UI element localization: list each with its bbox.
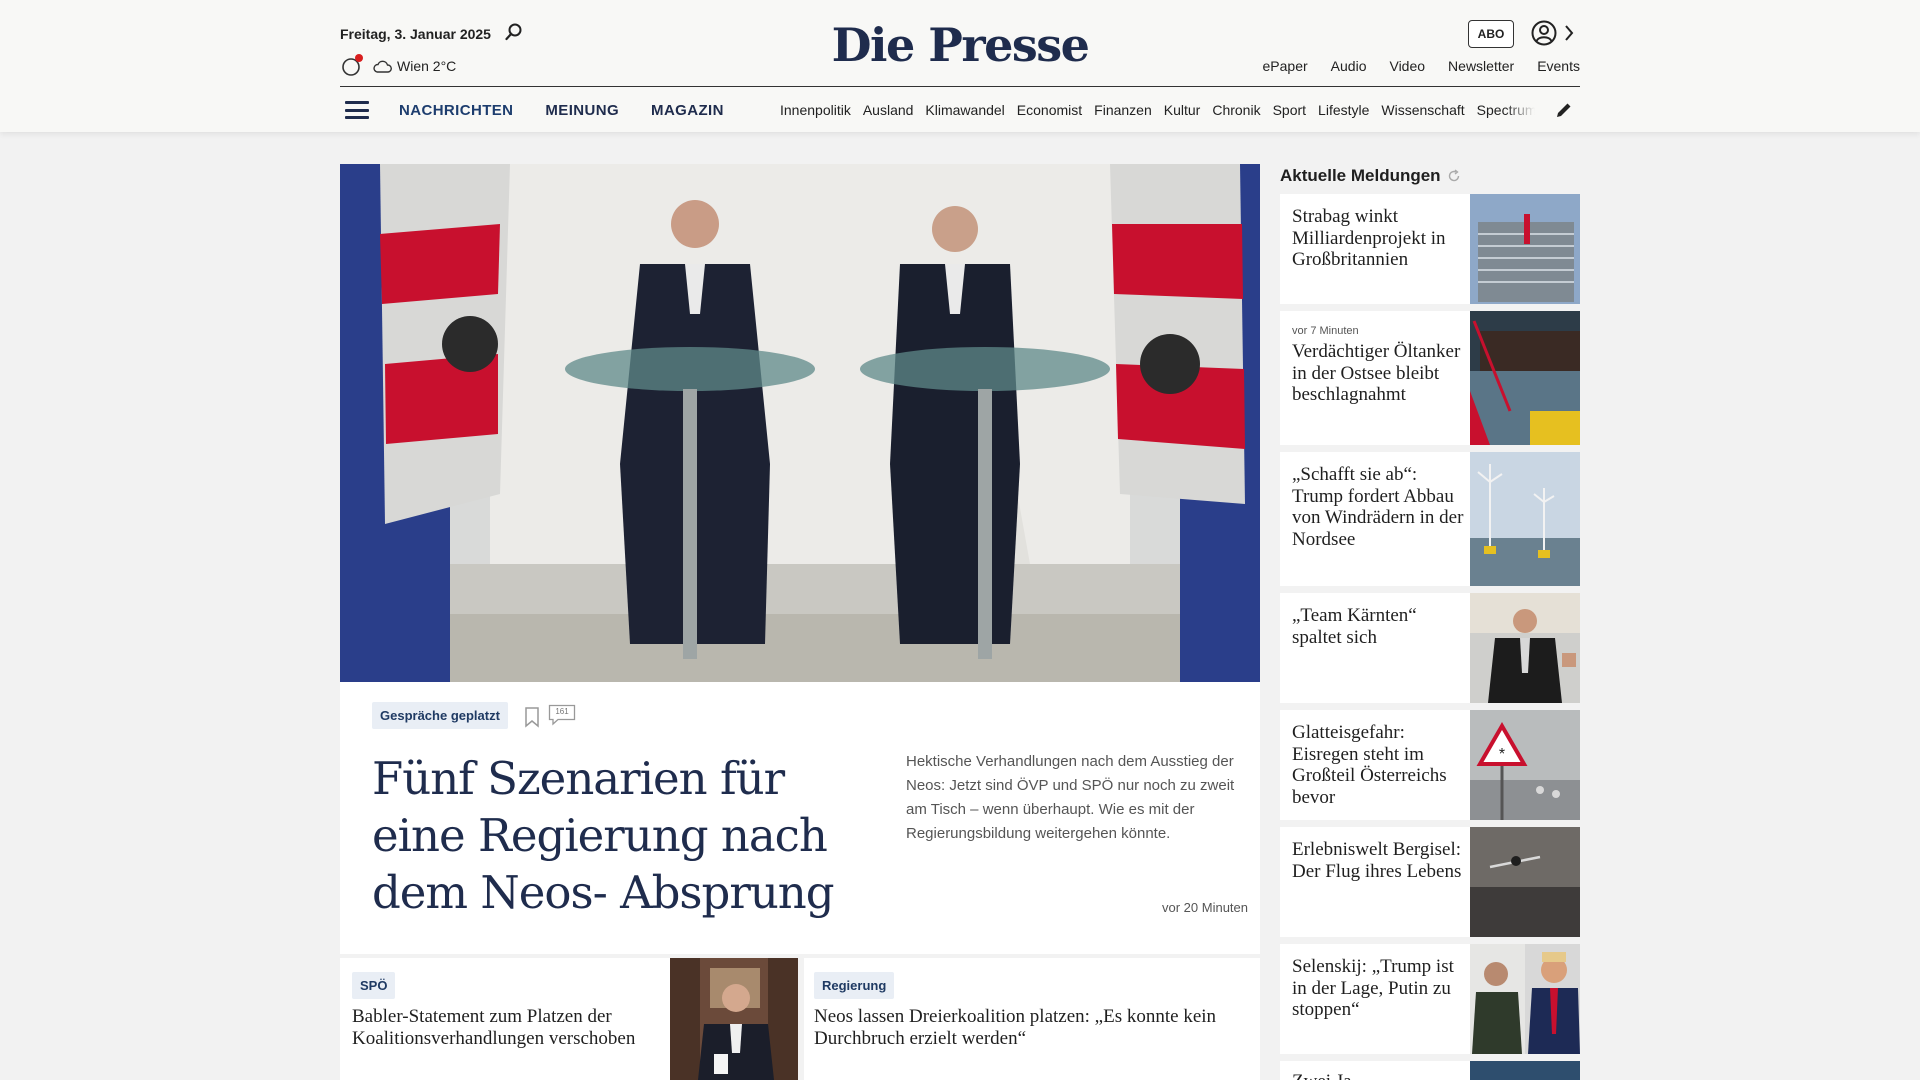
bookmark-icon[interactable] [524,706,540,728]
sub-article-2[interactable]: Regierung Neos lassen Dreierkoalition pl… [804,958,1260,1080]
news-item-title[interactable]: Selenskij: „Trump ist in der Lage, Putin… [1292,956,1464,1021]
site-logo[interactable]: Die Presse [832,18,1090,72]
logo-wrap: Die Presse [0,18,1920,72]
nav-magazin[interactable]: MAGAZIN [651,102,724,119]
news-item[interactable]: Erlebniswelt Bergisel: Der Flug ihres Le… [1280,827,1580,937]
main-nav: NACHRICHTEN MEINUNG MAGAZIN Innenpolitik… [340,88,1580,132]
news-item-title[interactable]: Glatteisgefahr: Eisregen steht im Großte… [1292,722,1464,808]
link-audio[interactable]: Audio [1331,58,1367,74]
news-item-image[interactable] [1470,827,1580,937]
refresh-icon[interactable] [1447,169,1461,183]
news-item-title[interactable]: „Schafft sie ab“: Trump fordert Abbau vo… [1292,464,1464,550]
news-item-title[interactable]: Verdächtiger Öltanker in der Ostsee blei… [1292,341,1464,406]
cloud-icon [373,60,392,73]
news-item[interactable]: Strabag winkt Milliardenprojekt in Großb… [1280,194,1580,304]
nav-lifestyle[interactable]: Lifestyle [1318,102,1369,118]
sub-article-1[interactable]: SPÖ Babler-Statement zum Platzen der Koa… [340,958,798,1080]
nav-ausland[interactable]: Ausland [863,102,914,118]
sidebar-heading-text: Aktuelle Meldungen [1280,166,1441,185]
weather-widget[interactable]: Wien 2°C [372,58,456,74]
sub-article-title[interactable]: Neos lassen Dreierkoalition platzen: „Es… [814,1006,1234,1050]
user-icon[interactable] [1530,19,1558,47]
menu-icon[interactable] [345,101,369,119]
sub-article-image[interactable] [670,958,798,1080]
sub-article-tag[interactable]: Regierung [814,972,895,999]
dark-mode-icon[interactable] [340,54,363,78]
search-icon[interactable] [504,22,524,42]
news-item[interactable]: Zwei Ja... [1280,1061,1580,1080]
notification-dot [355,54,363,62]
nav-nachrichten[interactable]: NACHRICHTEN [399,102,513,119]
nav-chronik[interactable]: Chronik [1212,102,1260,118]
top-links: ePaper Audio Video Newsletter Events [1263,58,1580,74]
news-item[interactable]: Glatteisgefahr: Eisregen steht im Großte… [1280,710,1580,820]
nav-economist[interactable]: Economist [1017,102,1082,118]
news-item-timestamp: vor 7 Minuten [1292,325,1359,337]
sub-article-tag[interactable]: SPÖ [352,972,396,999]
news-item-image[interactable] [1470,593,1580,703]
nav-finanzen[interactable]: Finanzen [1094,102,1152,118]
news-item-image[interactable] [1470,1061,1580,1080]
news-item-image[interactable] [1470,944,1580,1054]
hero-tag[interactable]: Gespräche geplatzt [372,702,508,729]
news-item[interactable]: „Schafft sie ab“: Trump fordert Abbau vo… [1280,452,1580,586]
news-item-title[interactable]: Erlebniswelt Bergisel: Der Flug ihres Le… [1292,839,1464,882]
news-item[interactable]: Selenskij: „Trump ist in der Lage, Putin… [1280,944,1580,1054]
nav-meinung[interactable]: MEINUNG [545,102,619,119]
news-item-image[interactable] [1470,452,1580,586]
header-divider [340,86,1580,87]
news-item-image[interactable] [1470,194,1580,304]
link-events[interactable]: Events [1537,58,1580,74]
sub-article-title[interactable]: Babler-Statement zum Platzen der Koaliti… [352,1006,662,1050]
link-video[interactable]: Video [1389,58,1425,74]
nav-spectrum[interactable]: Spectrum [1477,102,1535,118]
nav-sport[interactable]: Sport [1273,102,1306,118]
link-newsletter[interactable]: Newsletter [1448,58,1514,74]
news-item-title[interactable]: Strabag winkt Milliardenprojekt in Großb… [1292,206,1464,271]
hero-image[interactable] [340,164,1260,682]
pencil-icon[interactable] [1554,100,1574,120]
hero-headline[interactable]: Fünf Szenarien für eine Regierung nach d… [372,750,852,921]
nav-main-sections: NACHRICHTEN MEINUNG MAGAZIN [399,102,724,119]
news-item-title[interactable]: „Team Kärnten“ spaltet sich [1292,605,1464,648]
nav-subsections: Innenpolitik Ausland Klimawandel Economi… [780,102,1535,118]
nav-innenpolitik[interactable]: Innenpolitik [780,102,851,118]
news-item-title[interactable]: Zwei Ja... [1292,1071,1464,1080]
hero-article-card[interactable]: Gespräche geplatzt 161 Fünf Szenarien fü… [340,682,1260,954]
current-date: Freitag, 3. Januar 2025 [340,26,491,42]
nav-kultur[interactable]: Kultur [1164,102,1201,118]
nav-wissenschaft[interactable]: Wissenschaft [1381,102,1464,118]
hero-timestamp: vor 20 Minuten [1162,900,1248,915]
hero-teaser: Hektische Verhandlungen nach dem Ausstie… [906,753,1235,842]
news-item[interactable]: vor 7 Minuten Verdächtiger Öltanker in d… [1280,311,1580,445]
svg-text:*: * [1499,746,1505,763]
news-item[interactable]: „Team Kärnten“ spaltet sich [1280,593,1580,703]
comment-icon[interactable]: 161 [548,704,576,726]
abo-button[interactable]: ABO [1468,20,1514,48]
chevron-right-icon[interactable] [1562,22,1576,44]
sidebar-heading: Aktuelle Meldungen [1280,166,1461,186]
comment-count: 161 [555,707,569,716]
nav-klimawandel[interactable]: Klimawandel [925,102,1004,118]
news-item-image[interactable] [1470,311,1580,445]
site-header: Freitag, 3. Januar 2025 Wien 2°C Die Pre… [0,0,1920,132]
link-epaper[interactable]: ePaper [1263,58,1308,74]
news-item-image[interactable]: * [1470,710,1580,820]
weather-text: Wien 2°C [397,58,457,74]
